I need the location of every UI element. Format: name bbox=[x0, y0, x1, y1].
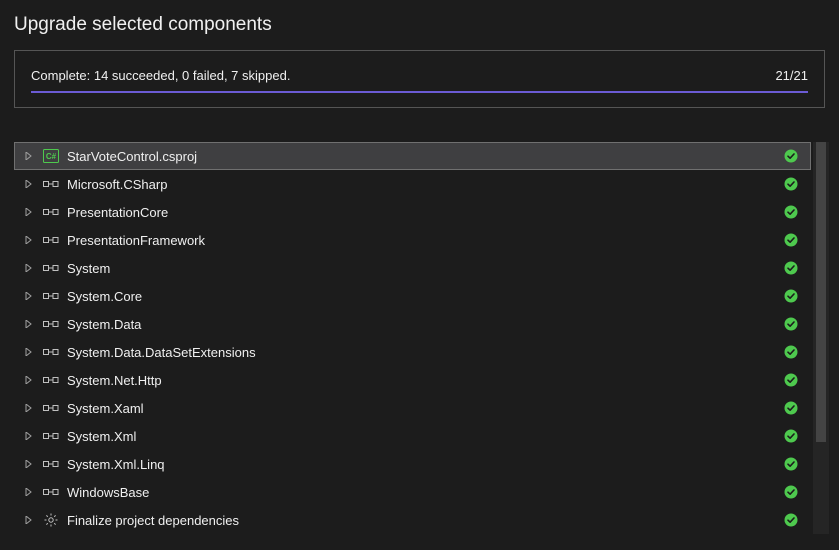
success-icon bbox=[784, 289, 798, 303]
list-item[interactable]: Microsoft.CSharp bbox=[14, 170, 811, 198]
list-item[interactable]: System.Xml bbox=[14, 422, 811, 450]
list-item[interactable]: WindowsBase bbox=[14, 478, 811, 506]
item-label: StarVoteControl.csproj bbox=[67, 149, 784, 164]
expander-icon[interactable] bbox=[25, 460, 33, 468]
ref-icon bbox=[43, 344, 59, 360]
ref-icon bbox=[43, 176, 59, 192]
expander-icon[interactable] bbox=[25, 208, 33, 216]
item-label: PresentationFramework bbox=[67, 233, 784, 248]
ref-icon bbox=[43, 316, 59, 332]
list-item[interactable]: System.Data.DataSetExtensions bbox=[14, 338, 811, 366]
ref-icon bbox=[43, 484, 59, 500]
scrollbar-thumb[interactable] bbox=[816, 142, 826, 442]
success-icon bbox=[784, 149, 798, 163]
item-label: Microsoft.CSharp bbox=[67, 177, 784, 192]
item-label: System.Xml.Linq bbox=[67, 457, 784, 472]
ref-icon bbox=[43, 260, 59, 276]
expander-icon[interactable] bbox=[25, 488, 33, 496]
list-item[interactable]: Finalize project dependencies bbox=[14, 506, 811, 534]
list-item[interactable]: System.Xml.Linq bbox=[14, 450, 811, 478]
scrollbar[interactable] bbox=[813, 142, 829, 534]
success-icon bbox=[784, 429, 798, 443]
ref-icon bbox=[43, 400, 59, 416]
list-item[interactable]: System bbox=[14, 254, 811, 282]
list-item[interactable]: System.Xaml bbox=[14, 394, 811, 422]
list-item[interactable]: C# StarVoteControl.csproj bbox=[14, 142, 811, 170]
ref-icon bbox=[43, 288, 59, 304]
success-icon bbox=[784, 513, 798, 527]
success-icon bbox=[784, 261, 798, 275]
expander-icon[interactable] bbox=[25, 320, 33, 328]
progress-bar bbox=[31, 91, 808, 93]
svg-text:C#: C# bbox=[46, 152, 57, 161]
status-panel: Complete: 14 succeeded, 0 failed, 7 skip… bbox=[14, 50, 825, 108]
success-icon bbox=[784, 401, 798, 415]
success-icon bbox=[784, 457, 798, 471]
item-label: System.Data.DataSetExtensions bbox=[67, 345, 784, 360]
expander-icon[interactable] bbox=[25, 152, 33, 160]
item-label: System.Xml bbox=[67, 429, 784, 444]
expander-icon[interactable] bbox=[25, 404, 33, 412]
expander-icon[interactable] bbox=[25, 264, 33, 272]
list-item[interactable]: System.Core bbox=[14, 282, 811, 310]
list-item[interactable]: System.Data bbox=[14, 310, 811, 338]
list-item[interactable]: PresentationFramework bbox=[14, 226, 811, 254]
status-text: Complete: 14 succeeded, 0 failed, 7 skip… bbox=[31, 68, 290, 83]
success-icon bbox=[784, 373, 798, 387]
expander-icon[interactable] bbox=[25, 376, 33, 384]
expander-icon[interactable] bbox=[25, 292, 33, 300]
success-icon bbox=[784, 233, 798, 247]
list-item[interactable]: PresentationCore bbox=[14, 198, 811, 226]
expander-icon[interactable] bbox=[25, 432, 33, 440]
item-label: System.Data bbox=[67, 317, 784, 332]
success-icon bbox=[784, 205, 798, 219]
item-label: System bbox=[67, 261, 784, 276]
ref-icon bbox=[43, 372, 59, 388]
item-label: Finalize project dependencies bbox=[67, 513, 784, 528]
success-icon bbox=[784, 345, 798, 359]
success-icon bbox=[784, 317, 798, 331]
ref-icon bbox=[43, 204, 59, 220]
gear-icon bbox=[43, 512, 59, 528]
component-list: C# StarVoteControl.csproj Microsoft.CSharp… bbox=[14, 142, 811, 534]
item-label: WindowsBase bbox=[67, 485, 784, 500]
ref-icon bbox=[43, 456, 59, 472]
page-title: Upgrade selected components bbox=[14, 14, 829, 36]
item-label: System.Xaml bbox=[67, 401, 784, 416]
success-icon bbox=[784, 485, 798, 499]
ref-icon bbox=[43, 428, 59, 444]
item-label: System.Core bbox=[67, 289, 784, 304]
item-label: PresentationCore bbox=[67, 205, 784, 220]
expander-icon[interactable] bbox=[25, 348, 33, 356]
expander-icon[interactable] bbox=[25, 236, 33, 244]
expander-icon[interactable] bbox=[25, 180, 33, 188]
list-item[interactable]: System.Net.Http bbox=[14, 366, 811, 394]
ref-icon bbox=[43, 232, 59, 248]
item-label: System.Net.Http bbox=[67, 373, 784, 388]
success-icon bbox=[784, 177, 798, 191]
expander-icon[interactable] bbox=[25, 516, 33, 524]
status-count: 21/21 bbox=[775, 68, 808, 83]
csproj-icon: C# bbox=[43, 148, 59, 164]
